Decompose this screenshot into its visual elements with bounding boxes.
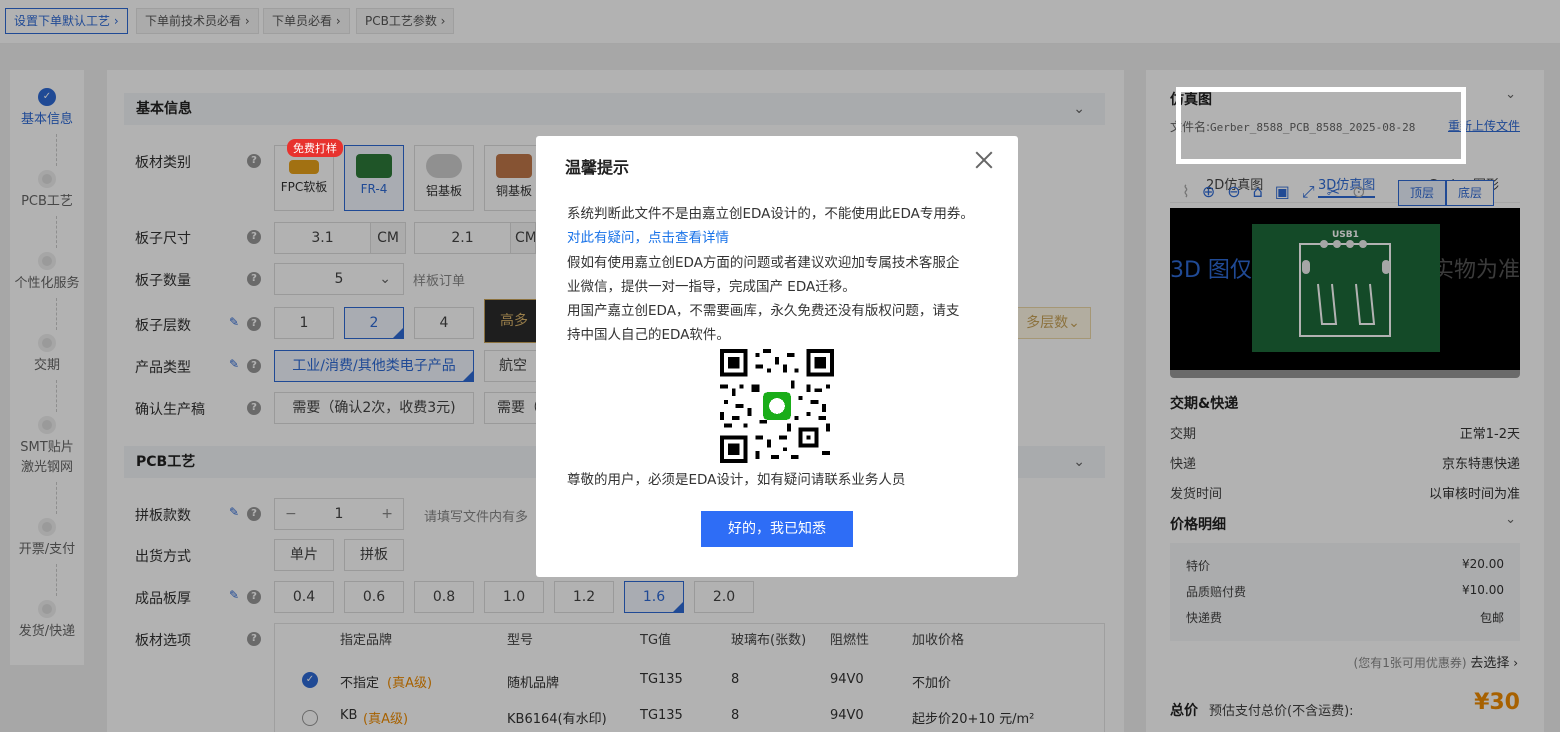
dialog-text: 系统判断此文件不是由嘉立创EDA设计的，不能使用此EDA专用券。 — [567, 206, 974, 222]
dialog-text: 持中国人自己的EDA软件。 — [567, 327, 730, 343]
dialog-text: 假如有使用嘉立创EDA方面的问题或者建议欢迎加专属技术客服企 — [567, 255, 960, 271]
notice-dialog: 温馨提示 系统判断此文件不是由嘉立创EDA设计的，不能使用此EDA专用券。 对此… — [536, 136, 1018, 577]
free-sample-badge: 免费打样 — [287, 139, 343, 157]
dialog-footer-text: 尊敬的用户，必须是EDA设计，如有疑问请联系业务人员 — [567, 472, 906, 488]
dialog-text: 用国产嘉立创EDA，不需要画库，永久免费还没有版权问题，请支 — [567, 303, 960, 319]
highlight-frame — [1176, 87, 1466, 164]
close-icon[interactable] — [972, 148, 996, 172]
acknowledge-button[interactable]: 好的，我已知悉 — [701, 511, 853, 547]
details-link[interactable]: 对此有疑问，点击查看详情 — [567, 226, 729, 250]
dialog-title: 温馨提示 — [565, 158, 630, 177]
wechat-qr-code — [720, 349, 834, 463]
dialog-text: 业微信，提供一对一指导，完成国产 EDA迁移。 — [567, 279, 856, 295]
